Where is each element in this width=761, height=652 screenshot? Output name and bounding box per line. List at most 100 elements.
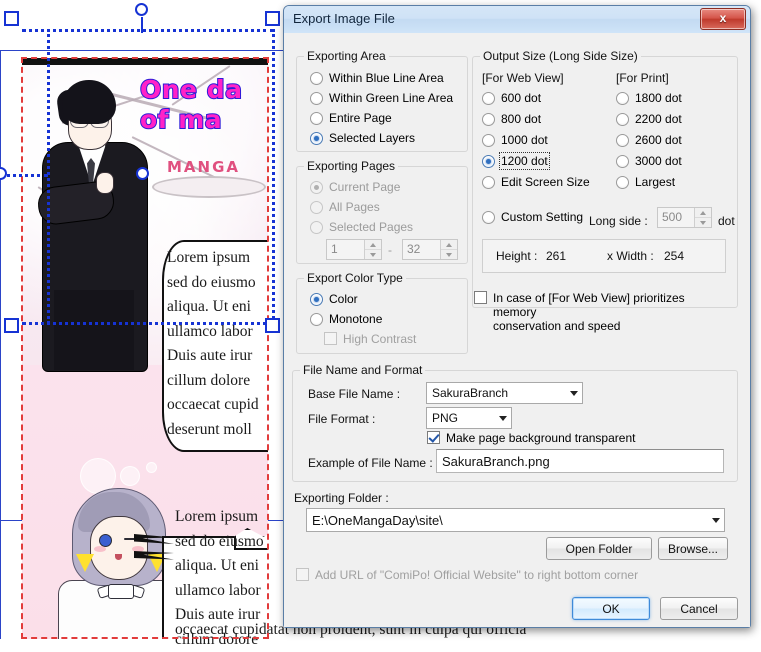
radio-monotone[interactable]: Monotone (310, 312, 382, 326)
browse-button[interactable]: Browse... (658, 537, 728, 560)
radio-dot (482, 133, 495, 147)
radio-current-page: Current Page (310, 180, 400, 194)
exporting-area-legend: Exporting Area (307, 49, 386, 63)
radio-label: Within Blue Line Area (329, 71, 444, 85)
radio-within-green-line-area[interactable]: Within Green Line Area (310, 91, 453, 105)
open-folder-button[interactable]: Open Folder (546, 537, 652, 560)
rotate-handle-stem (141, 17, 143, 33)
radio-label: Monotone (329, 312, 383, 326)
page-range-separator: - (388, 243, 392, 257)
stepper-buttons[interactable] (440, 240, 457, 259)
selection-handle-bottom-right[interactable] (265, 318, 280, 333)
radio-3000-dot[interactable]: 3000 dot (616, 154, 682, 168)
radio-dot (482, 91, 495, 105)
radio-dot (310, 71, 323, 85)
radio-edit-screen-size[interactable]: Edit Screen Size (482, 175, 590, 189)
for-web-view-header: [For Web View] (482, 71, 564, 85)
radio-label: Within Green Line Area (329, 91, 454, 105)
checkbox-memory-conservation[interactable]: In case of [For Web View] prioritizes me… (474, 291, 726, 333)
radio-label: Edit Screen Size (501, 175, 590, 189)
selection-handle-bottom-left[interactable] (4, 318, 19, 333)
radio-2600-dot[interactable]: 2600 dot (616, 133, 682, 147)
radio-600-dot[interactable]: 600 dot (482, 91, 541, 105)
radio-800-dot[interactable]: 800 dot (482, 112, 541, 126)
export-image-file-dialog[interactable]: Export Image File x Exporting Area Withi… (283, 5, 751, 628)
checkbox-label: Add URL of "ComiPo! Official Website" to… (315, 568, 639, 582)
man-legs (54, 290, 134, 370)
radio-dot (616, 154, 629, 168)
long-side-unit: dot (718, 214, 735, 228)
exporting-folder-combo[interactable]: E:\OneMangaDay\site\ (306, 508, 725, 532)
radio-label: All Pages (329, 200, 380, 214)
radio-entire-page[interactable]: Entire Page (310, 111, 392, 125)
radio-selected-layers[interactable]: Selected Layers (310, 131, 415, 145)
radio-1000-dot[interactable]: 1000 dot (482, 133, 548, 147)
radio-dot (482, 210, 495, 224)
radio-dot (310, 292, 323, 306)
radio-dot (310, 111, 323, 125)
rotate-handle[interactable] (135, 3, 148, 16)
page-range-to-stepper[interactable]: 32 (402, 239, 458, 260)
radio-label: 2200 dot (635, 112, 682, 126)
stepper-up-icon[interactable] (365, 240, 381, 250)
radio-dot (310, 200, 323, 214)
radio-label: 1000 dot (501, 133, 548, 147)
selection-handle-top-right[interactable] (265, 11, 280, 26)
radio-dot (616, 91, 629, 105)
stepper-up-icon[interactable] (441, 240, 457, 250)
base-file-name-combo[interactable]: SakuraBranch (426, 382, 583, 404)
selection-handle-middle-top[interactable] (136, 167, 149, 180)
radio-dot (616, 175, 629, 189)
radio-2200-dot[interactable]: 2200 dot (616, 112, 682, 126)
radio-custom-setting[interactable]: Custom Setting (482, 210, 583, 224)
radio-largest[interactable]: Largest (616, 175, 675, 189)
checkbox-box (474, 291, 487, 304)
bubble-decoration (120, 466, 140, 486)
page-range-to-value: 32 (407, 242, 421, 256)
page-range-from-stepper[interactable]: 1 (326, 239, 382, 260)
width-label: x Width : (607, 249, 654, 263)
width-value: 254 (664, 249, 685, 263)
radio-1200-dot[interactable]: 1200 dot (482, 152, 550, 170)
radio-color[interactable]: Color (310, 292, 358, 306)
selection-handle-top-left[interactable] (4, 11, 19, 26)
base-file-name-label: Base File Name : (308, 387, 401, 401)
exporting-folder-label: Exporting Folder : (294, 491, 389, 505)
output-size-legend: Output Size (Long Side Size) (483, 49, 638, 63)
radio-dot (310, 131, 323, 145)
man-hand (96, 172, 114, 194)
dialog-titlebar[interactable]: Export Image File x (284, 6, 750, 34)
long-side-label: Long side : (589, 214, 648, 228)
chevron-down-icon[interactable] (494, 415, 511, 421)
stepper-down-icon[interactable] (441, 250, 457, 259)
cancel-button[interactable]: Cancel (660, 597, 738, 620)
radio-1800-dot[interactable]: 1800 dot (616, 91, 682, 105)
long-side-input[interactable]: 500 (657, 207, 712, 228)
file-format-combo[interactable]: PNG (426, 407, 512, 429)
ok-button[interactable]: OK (572, 597, 650, 620)
close-icon[interactable]: x (700, 8, 746, 30)
artwork-title-line2: of ma (139, 105, 223, 135)
radio-label: Largest (635, 175, 676, 189)
radio-dot (310, 91, 323, 105)
bubble-decoration (146, 462, 157, 473)
radio-within-blue-line-area[interactable]: Within Blue Line Area (310, 71, 444, 85)
exporting-folder-value: E:\OneMangaDay\site\ (312, 512, 443, 528)
checkbox-make-background-transparent[interactable]: Make page background transparent (427, 431, 635, 445)
chevron-down-icon[interactable] (565, 390, 582, 396)
stepper-down-icon[interactable] (695, 218, 711, 227)
exporting-pages-legend: Exporting Pages (307, 159, 396, 173)
stepper-up-icon[interactable] (695, 208, 711, 218)
checkbox-box (324, 332, 337, 345)
man-hair (62, 80, 116, 124)
stepper-buttons[interactable] (364, 240, 381, 259)
checkbox-label: Make page background transparent (446, 431, 636, 445)
chevron-down-icon[interactable] (707, 517, 724, 523)
stepper-down-icon[interactable] (365, 250, 381, 259)
radio-label: Custom Setting (501, 210, 584, 224)
stepper-buttons[interactable] (694, 208, 711, 227)
girl-blush-left (94, 546, 106, 552)
checkbox-box (427, 431, 440, 444)
radio-dot (616, 133, 629, 147)
radio-label: Selected Pages (329, 220, 414, 234)
